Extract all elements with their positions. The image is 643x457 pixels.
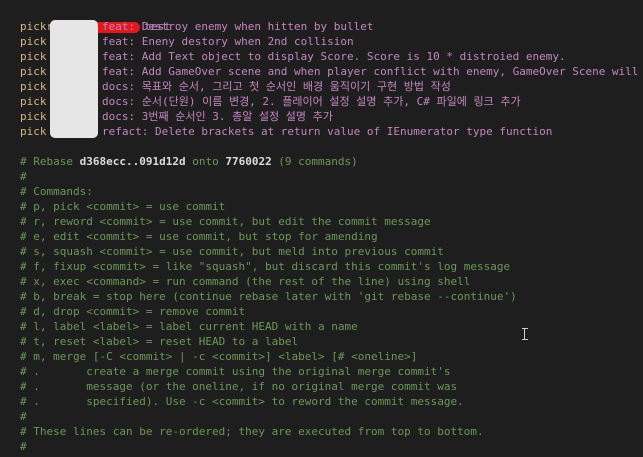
rebase-range: d368ecc..091d12d — [79, 155, 186, 168]
comment-line: # These lines can be re-ordered; they ar… — [20, 425, 484, 438]
pick-line[interactable]: pick — [20, 64, 47, 79]
pick-line[interactable]: pick — [20, 19, 47, 34]
pick-command: pick — [20, 50, 47, 63]
comment-line: # — [20, 410, 27, 423]
pick-message: feat: Add GameOver scene and when player… — [102, 64, 643, 79]
commit-message-text: docs: 순서(단원) 이름 변경, 2. 플레이어 설정 설명 추가, C#… — [102, 95, 521, 108]
rebase-onto-hash: 7760022 — [225, 155, 272, 168]
commit-message-text: feat: Eneny destory when 2nd collision — [102, 35, 354, 48]
comment-line: # . specified). Use -c <commit> to rewor… — [20, 395, 464, 408]
pick-command: pick — [20, 125, 47, 138]
pick-line[interactable]: pick — [20, 34, 47, 49]
pick-command: pick — [20, 80, 47, 93]
redacted-commit-hashes — [50, 20, 98, 138]
pick-message: docs: 목표와 순서, 그리고 첫 순서인 배경 움직이기 구현 방법 작성 — [102, 79, 451, 94]
pick-command: pick — [20, 35, 47, 48]
comment-line: # l, label <label> = label current HEAD … — [20, 320, 358, 333]
pick-line[interactable]: pick — [20, 94, 47, 109]
comment-line: # . create a merge commit using the orig… — [20, 365, 451, 378]
comment-line: # . message (or the oneline, if no origi… — [20, 380, 458, 393]
reword-line[interactable]: rewordtest — [20, 4, 171, 33]
rebase-summary-suffix: (9 commands) — [271, 155, 358, 168]
pick-message: feat: Eneny destory when 2nd collision — [102, 34, 354, 49]
comment-line: # — [20, 170, 27, 183]
pick-line[interactable]: pick — [20, 124, 47, 139]
comment-line: # t, reset <label> = reset HEAD to a lab… — [20, 335, 299, 348]
pick-line[interactable]: pick — [20, 109, 47, 124]
pick-message: refact: Delete brackets at return value … — [102, 124, 552, 139]
pick-message: feat: Destroy enemy when hitten by bulle… — [102, 19, 374, 34]
pick-message: docs: 3번째 순서인 3. 총알 설정 설명 추가 — [102, 109, 333, 124]
comment-line: # f, fixup <commit> = like "squash", but… — [20, 260, 511, 273]
comment-line: # d, drop <commit> = remove commit — [20, 305, 246, 318]
pick-line[interactable]: pick — [20, 79, 47, 94]
comment-line: # p, pick <commit> = use commit — [20, 200, 226, 213]
pick-command: pick — [20, 20, 47, 33]
text-cursor-icon — [521, 328, 529, 340]
comment-line: # m, merge [-C <commit> | -c <commit>] <… — [20, 350, 418, 363]
rebase-summary-line: # Rebase d368ecc..091d12d onto 7760022 (… — [20, 154, 358, 169]
commit-message-text: docs: 목표와 순서, 그리고 첫 순서인 배경 움직이기 구현 방법 작성 — [102, 80, 451, 93]
rebase-summary-middle: onto — [185, 155, 226, 168]
commit-message-text: refact: Delete brackets at return value … — [102, 125, 553, 138]
commit-message-text: docs: 3번째 순서인 3. 총알 설정 설명 추가 — [102, 110, 333, 123]
comment-line: # b, break = stop here (continue rebase … — [20, 290, 517, 303]
rebase-summary-prefix: # Rebase — [20, 155, 80, 168]
pick-message: feat: Add Text object to display Score. … — [102, 49, 566, 64]
pick-message: docs: 순서(단원) 이름 변경, 2. 플레이어 설정 설명 추가, C#… — [102, 94, 521, 109]
comment-line: # x, exec <command> = run command (the r… — [20, 275, 471, 288]
pick-command: pick — [20, 95, 47, 108]
commit-message-text: feat: Add GameOver scene and when player… — [102, 65, 643, 78]
pick-command: pick — [20, 110, 47, 123]
comment-line: # e, edit <commit> = use commit, but sto… — [20, 230, 378, 243]
comment-line: # s, squash <commit> = use commit, but m… — [20, 245, 444, 258]
commit-message-text: feat: Add Text object to display Score. … — [102, 50, 566, 63]
rebase-todo-editor[interactable]: rewordtest pick feat: Destroy enemy when… — [0, 0, 643, 457]
pick-line[interactable]: pick — [20, 49, 47, 64]
comment-line: # r, reword <commit> = use commit, but e… — [20, 215, 431, 228]
comment-line: # — [20, 440, 27, 453]
pick-command: pick — [20, 65, 47, 78]
commit-message-text: feat: Destroy enemy when hitten by bulle… — [102, 20, 374, 33]
comment-line: # Commands: — [20, 185, 93, 198]
